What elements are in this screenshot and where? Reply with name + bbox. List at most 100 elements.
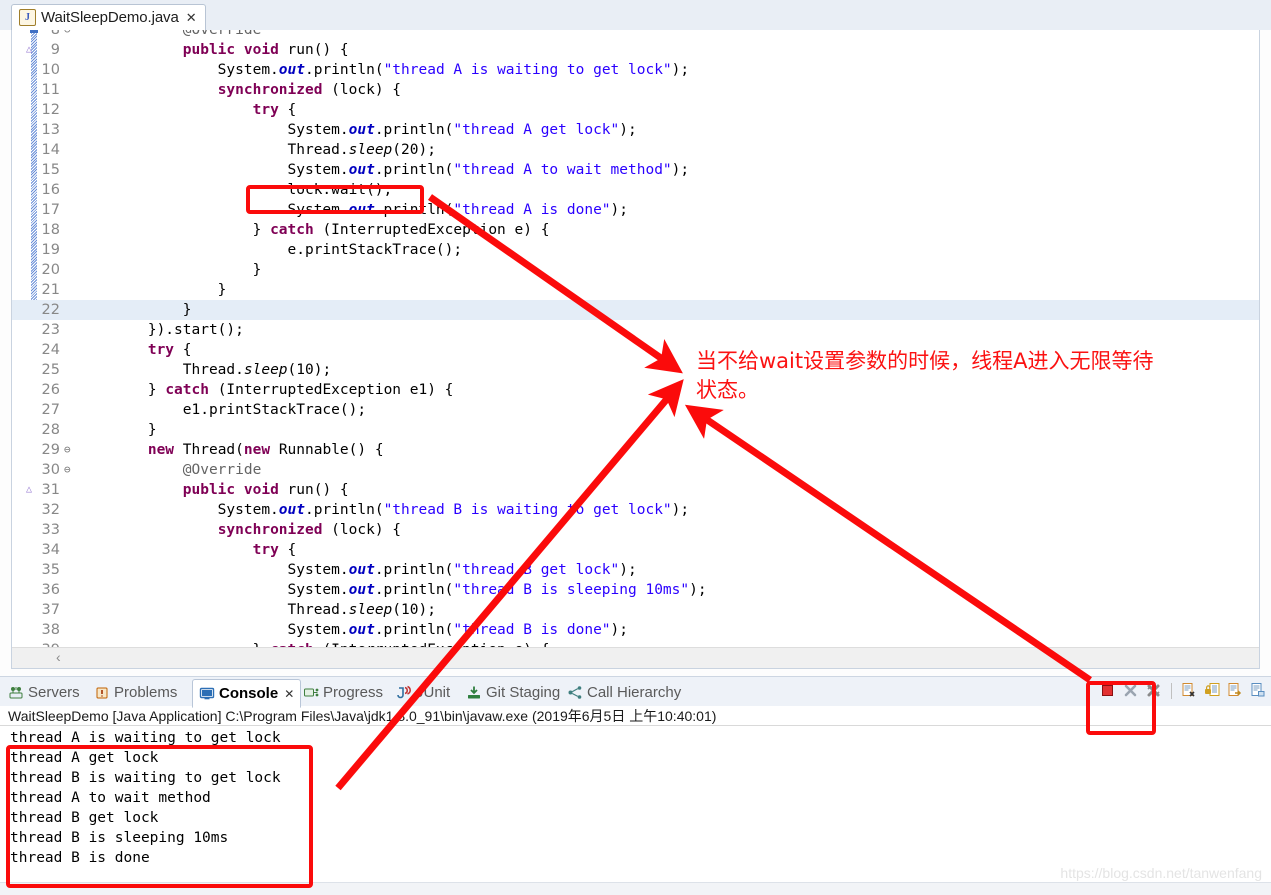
line-number: 21 xyxy=(41,282,60,298)
fold-collapse-icon[interactable]: ⊖ xyxy=(64,460,76,480)
code-line[interactable]: 22 } xyxy=(12,300,1259,320)
code-line[interactable]: 8 ⊖ @Override xyxy=(12,30,1259,40)
view-tab-problems[interactable]: Problems xyxy=(94,679,177,705)
code-line-text: Thread.sleep(20); xyxy=(78,142,436,158)
code-line[interactable]: 29 ⊖ new Thread(new Runnable() { xyxy=(12,440,1259,460)
code-line-text: @Override xyxy=(78,462,262,478)
code-line[interactable]: 36 System.out.println("thread B is sleep… xyxy=(12,580,1259,600)
highlight-box-terminate-icon xyxy=(1086,681,1156,735)
code-line[interactable]: 13 System.out.println("thread A get lock… xyxy=(12,120,1259,140)
line-number: 11 xyxy=(41,82,60,98)
code-line[interactable]: 33 synchronized (lock) { xyxy=(12,520,1259,540)
java-file-icon: J xyxy=(19,9,36,26)
code-line[interactable]: 38 System.out.println("thread B is done"… xyxy=(12,620,1259,640)
view-tabs[interactable]: Servers Problems Console ✕ Progress JUnit Git … xyxy=(0,676,1271,708)
line-number: 35 xyxy=(41,562,60,578)
code-line[interactable]: 17 System.out.println("thread A is done"… xyxy=(12,200,1259,220)
line-number: 8 xyxy=(50,30,60,38)
display-selected-console-button[interactable] xyxy=(1250,682,1267,699)
code-line-text: System.out.println("thread B get lock"); xyxy=(78,562,637,578)
scroll-lock-button[interactable] xyxy=(1204,682,1221,699)
code-line[interactable]: 28 } xyxy=(12,420,1259,440)
code-line[interactable]: 26 } catch (InterruptedException e1) { xyxy=(12,380,1259,400)
code-line[interactable]: 14 Thread.sleep(20); xyxy=(12,140,1259,160)
line-number: 12 xyxy=(41,102,60,118)
console-icon xyxy=(199,686,215,701)
code-line[interactable]: 23 }).start(); xyxy=(12,320,1259,340)
line-number: 32 xyxy=(41,502,60,518)
code-line-text: } xyxy=(78,422,157,438)
line-number: 18 xyxy=(41,222,60,238)
code-line[interactable]: 15 System.out.println("thread A to wait … xyxy=(12,160,1259,180)
code-line-text: @Override xyxy=(78,30,262,38)
line-number: 25 xyxy=(41,362,60,378)
view-tab-label: Call Hierarchy xyxy=(587,683,682,701)
code-line-text: }).start(); xyxy=(78,322,244,338)
code-line[interactable]: 27 e1.printStackTrace(); xyxy=(12,400,1259,420)
line-number: 38 xyxy=(41,622,60,638)
code-line[interactable]: △ 9 public void run() { xyxy=(12,40,1259,60)
editor-tab-waitsleepdemo[interactable]: J WaitSleepDemo.java ✕ xyxy=(11,4,206,30)
code-line-text: } catch (InterruptedException e1) { xyxy=(78,382,454,398)
close-icon[interactable]: ✕ xyxy=(186,11,197,24)
view-tab-call-hierarchy[interactable]: Call Hierarchy xyxy=(567,679,681,705)
code-line[interactable]: 11 synchronized (lock) { xyxy=(12,80,1259,100)
code-line[interactable]: 32 System.out.println("thread B is waiti… xyxy=(12,500,1259,520)
code-line[interactable]: 16 lock.wait(); xyxy=(12,180,1259,200)
line-number: 10 xyxy=(41,62,60,78)
code-line-text: e.printStackTrace(); xyxy=(78,242,463,258)
code-line[interactable]: △ 31 public void run() { xyxy=(12,480,1259,500)
code-line-text: } xyxy=(78,282,227,298)
highlight-box-lock-wait xyxy=(246,185,424,214)
fold-collapse-icon[interactable]: ⊖ xyxy=(64,440,76,460)
problems-icon xyxy=(94,685,110,700)
code-line-text: try { xyxy=(147,342,192,358)
git-staging-icon xyxy=(466,685,482,700)
view-tab-console[interactable]: Console ✕ xyxy=(192,679,302,708)
line-number: 13 xyxy=(41,122,60,138)
fold-collapse-icon[interactable]: ⊖ xyxy=(64,30,76,40)
code-line[interactable]: 10 System.out.println("thread A is waiti… xyxy=(12,60,1259,80)
line-number: 34 xyxy=(41,542,60,558)
code-line-text: Thread.sleep(10); xyxy=(78,602,436,618)
view-tab-progress[interactable]: Progress xyxy=(303,679,383,705)
eclipse-ide-screenshot: J WaitSleepDemo.java ✕ 8 ⊖ @Override △9 pu… xyxy=(0,0,1271,895)
code-line-text: try { xyxy=(252,102,297,118)
line-number: 9 xyxy=(50,42,60,58)
code-line[interactable]: 19 e.printStackTrace(); xyxy=(12,240,1259,260)
view-tab-git-staging[interactable]: Git Staging xyxy=(466,679,560,705)
code-line-text: } catch (InterruptedException e) { xyxy=(78,222,550,238)
console-divider xyxy=(0,725,1271,726)
view-tab-label: Progress xyxy=(323,683,384,701)
code-line-text: } xyxy=(78,302,192,318)
annotation-note-line1: 当不给wait设置参数的时候，线程A进入无限等待 xyxy=(696,349,1154,373)
code-line[interactable]: 37 Thread.sleep(10); xyxy=(12,600,1259,620)
line-number: 29 xyxy=(41,442,60,458)
line-number: 22 xyxy=(41,302,60,318)
line-number: 17 xyxy=(41,202,60,218)
code-line[interactable]: 20 } xyxy=(12,260,1259,280)
line-number: 15 xyxy=(41,162,60,178)
view-tab-servers[interactable]: Servers xyxy=(8,679,80,705)
code-line[interactable]: 35 System.out.println("thread B get lock… xyxy=(12,560,1259,580)
chevron-left-icon[interactable]: ‹ xyxy=(56,649,61,665)
line-number: 26 xyxy=(41,382,60,398)
line-number: 24 xyxy=(41,342,60,358)
annotation-note-line2: 状态。 xyxy=(696,378,759,402)
code-line-text: System.out.println("thread B is done"); xyxy=(78,622,629,638)
pin-console-button[interactable] xyxy=(1227,682,1244,699)
close-icon[interactable]: ✕ xyxy=(284,687,294,701)
view-tab-label: JUnit xyxy=(416,683,451,701)
view-tab-junit[interactable]: JUnit xyxy=(396,679,450,705)
code-line[interactable]: 34 try { xyxy=(12,540,1259,560)
line-number: 16 xyxy=(41,182,60,198)
highlight-box-console-output xyxy=(6,745,313,888)
code-line[interactable]: 21 } xyxy=(12,280,1259,300)
clear-console-button[interactable] xyxy=(1181,682,1198,699)
code-line[interactable]: 12 try { xyxy=(12,100,1259,120)
watermark: https://blog.csdn.net/tanwenfang xyxy=(1060,865,1262,881)
code-line[interactable]: 30 ⊖ @Override xyxy=(12,460,1259,480)
editor-horizontal-scrollbar[interactable]: ‹ xyxy=(12,647,1259,668)
source-code-lines[interactable]: 8⊖ @Override△9 public void run() {10 Sys… xyxy=(12,30,1259,658)
code-line[interactable]: 18 } catch (InterruptedException e) { xyxy=(12,220,1259,240)
